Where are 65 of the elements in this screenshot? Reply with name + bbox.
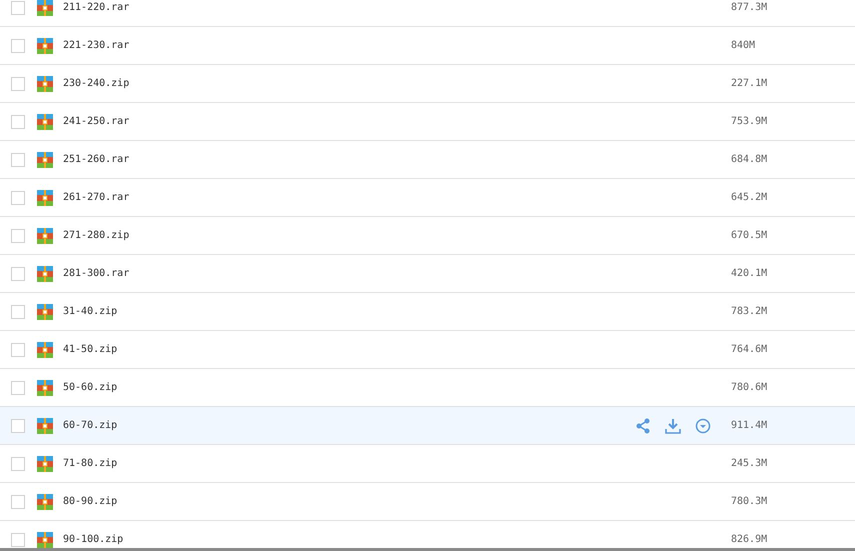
file-size: 245.3M — [731, 458, 768, 469]
archive-icon — [37, 532, 53, 548]
checkbox[interactable] — [11, 152, 25, 166]
checkbox[interactable] — [11, 190, 25, 204]
checkbox[interactable] — [11, 456, 25, 470]
file-name[interactable]: 251-260.rar — [63, 154, 731, 165]
checkbox[interactable] — [11, 38, 25, 52]
checkbox[interactable] — [11, 342, 25, 356]
download-icon[interactable] — [665, 418, 681, 434]
file-name[interactable]: 60-70.zip — [63, 420, 635, 431]
file-size: 753.9M — [731, 116, 768, 127]
share-icon[interactable] — [635, 418, 651, 434]
file-name[interactable]: 50-60.zip — [63, 382, 731, 393]
checkbox[interactable] — [11, 266, 25, 280]
file-name[interactable]: 261-270.rar — [63, 192, 731, 203]
checkbox[interactable] — [11, 494, 25, 508]
checkbox[interactable] — [11, 76, 25, 90]
file-size: 826.9M — [731, 534, 768, 545]
file-name[interactable]: 71-80.zip — [63, 458, 731, 469]
file-row[interactable]: 60-70.zip 911.4M — [0, 407, 855, 445]
dropdown-icon[interactable] — [695, 418, 711, 434]
checkbox[interactable] — [11, 114, 25, 128]
file-size: 780.6M — [731, 382, 768, 393]
file-size: 420.1M — [731, 268, 768, 279]
file-name[interactable]: 80-90.zip — [63, 496, 731, 507]
file-row[interactable]: 211-220.rar 877.3M — [0, 0, 855, 27]
file-size: 840M — [731, 40, 756, 51]
checkbox[interactable] — [11, 380, 25, 394]
archive-icon — [37, 38, 53, 54]
archive-icon — [37, 380, 53, 396]
archive-icon — [37, 456, 53, 472]
checkbox[interactable] — [11, 532, 25, 546]
archive-icon — [37, 228, 53, 244]
file-size: 645.2M — [731, 192, 768, 203]
file-size: 780.3M — [731, 496, 768, 507]
file-name[interactable]: 31-40.zip — [63, 306, 731, 317]
file-name[interactable]: 90-100.zip — [63, 534, 731, 545]
archive-icon — [37, 342, 53, 358]
checkbox[interactable] — [11, 228, 25, 242]
file-name[interactable]: 211-220.rar — [63, 2, 731, 13]
archive-icon — [37, 494, 53, 510]
file-size: 684.8M — [731, 154, 768, 165]
file-size: 911.4M — [731, 420, 768, 431]
file-name[interactable]: 281-300.rar — [63, 268, 731, 279]
archive-icon — [37, 304, 53, 320]
archive-icon — [37, 0, 53, 16]
file-name[interactable]: 221-230.rar — [63, 40, 731, 51]
archive-icon — [37, 76, 53, 92]
file-size: 764.6M — [731, 344, 768, 355]
archive-icon — [37, 190, 53, 206]
file-size: 877.3M — [731, 2, 768, 13]
file-name[interactable]: 271-280.zip — [63, 230, 731, 241]
file-size: 670.5M — [731, 230, 768, 241]
file-name[interactable]: 41-50.zip — [63, 344, 731, 355]
file-size: 783.2M — [731, 306, 768, 317]
checkbox[interactable] — [11, 418, 25, 432]
file-name[interactable]: 241-250.rar — [63, 116, 731, 127]
checkbox[interactable] — [11, 0, 25, 14]
file-name[interactable]: 230-240.zip — [63, 78, 731, 89]
archive-icon — [37, 418, 53, 434]
archive-icon — [37, 266, 53, 282]
checkbox[interactable] — [11, 304, 25, 318]
file-size: 227.1M — [731, 78, 768, 89]
archive-icon — [37, 152, 53, 168]
archive-icon — [37, 114, 53, 130]
